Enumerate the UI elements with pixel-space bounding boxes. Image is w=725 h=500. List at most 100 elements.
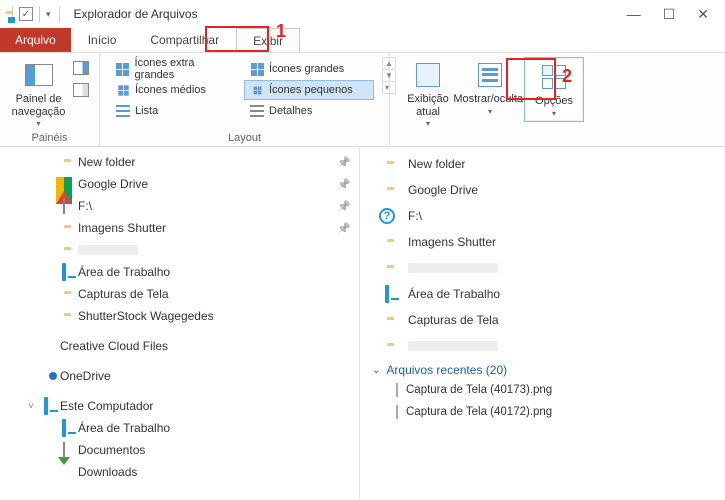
layout-extra-large[interactable]: Ícones extra grandes	[110, 59, 240, 79]
tab-home[interactable]: Início	[71, 28, 134, 52]
tree-item[interactable]: Creative Cloud Files	[0, 335, 359, 357]
options-highlight: Opções ▾	[524, 57, 584, 122]
tree-item-label: Capturas de Tela	[78, 287, 169, 301]
tree-item[interactable]: F:\ 📌	[0, 195, 359, 217]
pin-icon: 📌	[337, 178, 351, 191]
list-item-label: Capturas de Tela	[408, 313, 499, 327]
list-item[interactable]: Google Drive	[364, 177, 725, 203]
tree-item-label: F:\	[78, 199, 92, 213]
desktop-icon	[385, 287, 389, 301]
tree-item-label: Área de Trabalho	[78, 421, 170, 435]
qat-dropdown-icon[interactable]: ▾	[46, 9, 51, 20]
tree-item[interactable]: Capturas de Tela	[0, 283, 359, 305]
list-item[interactable]: Imagens Shutter	[364, 229, 725, 255]
chevron-down-icon: ▾	[552, 109, 556, 118]
tree-item-label: Creative Cloud Files	[60, 339, 168, 353]
options-button[interactable]: Opções ▾	[526, 59, 582, 120]
show-hide-button[interactable]: Mostrar/ocultar ▾	[462, 57, 518, 118]
tree-item[interactable]	[0, 239, 359, 261]
desktop-icon	[62, 421, 66, 435]
layout-small[interactable]: Ícones pequenos	[244, 80, 374, 100]
pin-icon: 📌	[337, 222, 351, 235]
ribbon-group-layout-label: Layout	[110, 131, 379, 144]
current-view-icon	[416, 59, 440, 91]
layout-large[interactable]: Ícones grandes	[244, 59, 374, 79]
main-pane[interactable]: New folder Google Drive ?F:\Imagens Shutte…	[360, 147, 725, 500]
tree-item-label: Este Computador	[60, 399, 153, 413]
pin-icon: 📌	[337, 156, 351, 169]
tree-item-label: Downloads	[78, 465, 137, 479]
list-item[interactable]: Área de Trabalho	[364, 281, 725, 307]
list-item-label	[408, 341, 498, 351]
desktop-icon	[62, 265, 66, 279]
ribbon-group-layout: Ícones extra grandes Ícones grandes Ícon…	[100, 53, 390, 146]
ribbon-group-panes: Painel de navegação ▾ Painéis	[0, 53, 100, 146]
layout-list[interactable]: Lista	[110, 101, 240, 121]
list-item-label: New folder	[408, 157, 465, 171]
preview-pane-icon[interactable]	[73, 61, 89, 75]
list-item[interactable]: ?F:\	[364, 203, 725, 229]
minimize-button[interactable]: —	[627, 6, 641, 23]
qat-checkbox-icon[interactable]: ✓	[19, 7, 33, 21]
list-item-label: Google Drive	[408, 183, 478, 197]
google-drive-icon	[56, 177, 72, 191]
tab-file[interactable]: Arquivo	[0, 28, 71, 52]
help-drive-icon: ?	[379, 208, 395, 224]
tree-item-label: Documentos	[78, 443, 145, 457]
tree-item[interactable]: ˅ Este Computador	[0, 395, 359, 417]
window-title: Explorador de Arquivos	[74, 7, 198, 21]
ribbon-tabs: Arquivo Início Compartilhar Exibir	[0, 28, 725, 52]
tree-item-label: OneDrive	[60, 369, 111, 383]
image-file-icon	[396, 405, 398, 419]
close-button[interactable]: ✕	[697, 6, 709, 23]
list-item-label: Área de Trabalho	[408, 287, 500, 301]
tree-item[interactable]: Google Drive 📌	[0, 173, 359, 195]
tree-item-label: Área de Trabalho	[78, 265, 170, 279]
recent-file-item[interactable]: Captura de Tela (40172).png	[364, 401, 725, 423]
nav-panel-label: Painel de navegação	[12, 93, 66, 118]
tree-item[interactable]: ShutterStock Wagegedes	[0, 305, 359, 327]
tree-item-label: Imagens Shutter	[78, 221, 166, 235]
nav-panel-button[interactable]: Painel de navegação ▾	[10, 57, 68, 130]
title-bar: ✓ ▾ Explorador de Arquivos — ☐ ✕	[0, 0, 725, 28]
tree-item[interactable]: New folder📌	[0, 151, 359, 173]
pin-icon: 📌	[337, 200, 351, 213]
tree-item-label	[78, 245, 138, 255]
tab-share[interactable]: Compartilhar	[133, 28, 236, 52]
tree-item[interactable]: Downloads	[0, 461, 359, 483]
tree-item-label: Google Drive	[78, 177, 148, 191]
recent-file-label: Captura de Tela (40172).png	[406, 406, 552, 418]
tree-item[interactable]: Documentos	[0, 439, 359, 461]
list-item[interactable]	[364, 255, 725, 281]
list-item[interactable]: Capturas de Tela	[364, 307, 725, 333]
image-file-icon	[396, 383, 398, 397]
navigation-pane[interactable]: New folder📌Google Drive📌F:\📌Imagens Shut…	[0, 147, 360, 500]
tree-item[interactable]: Imagens Shutter 📌	[0, 217, 359, 239]
documents-icon	[63, 443, 65, 457]
content-area: New folder📌Google Drive📌F:\📌Imagens Shut…	[0, 147, 725, 500]
recent-files-header[interactable]: ⌄ Arquivos recentes (20)	[364, 359, 725, 379]
ribbon-group-panes-label: Painéis	[10, 131, 89, 144]
layout-details[interactable]: Detalhes	[244, 101, 374, 121]
list-item-label	[408, 263, 498, 273]
tree-item[interactable]: Área de Trabalho	[0, 261, 359, 283]
chevron-down-icon: ▾	[36, 119, 40, 128]
ribbon: Painel de navegação ▾ Painéis Ícones ext…	[0, 52, 725, 147]
options-icon	[542, 61, 566, 93]
downloads-icon	[58, 465, 70, 479]
desktop-icon	[44, 399, 48, 413]
current-view-button[interactable]: Exibição atual ▾	[400, 57, 456, 130]
details-pane-icon[interactable]	[73, 83, 89, 97]
list-item[interactable]	[364, 333, 725, 359]
layout-medium[interactable]: Ícones médios	[110, 80, 240, 100]
chevron-down-icon: ▾	[488, 107, 492, 116]
tree-item[interactable]: Área de Trabalho	[0, 417, 359, 439]
tab-view[interactable]: Exibir	[236, 28, 300, 52]
nav-panel-icon	[25, 59, 53, 91]
recent-file-item[interactable]: Captura de Tela (40173).png	[364, 379, 725, 401]
tree-item[interactable]: OneDrive	[0, 365, 359, 387]
drive-icon	[63, 199, 65, 213]
list-item[interactable]: New folder	[364, 151, 725, 177]
expand-icon[interactable]: ˅	[24, 401, 38, 412]
maximize-button[interactable]: ☐	[663, 6, 676, 23]
